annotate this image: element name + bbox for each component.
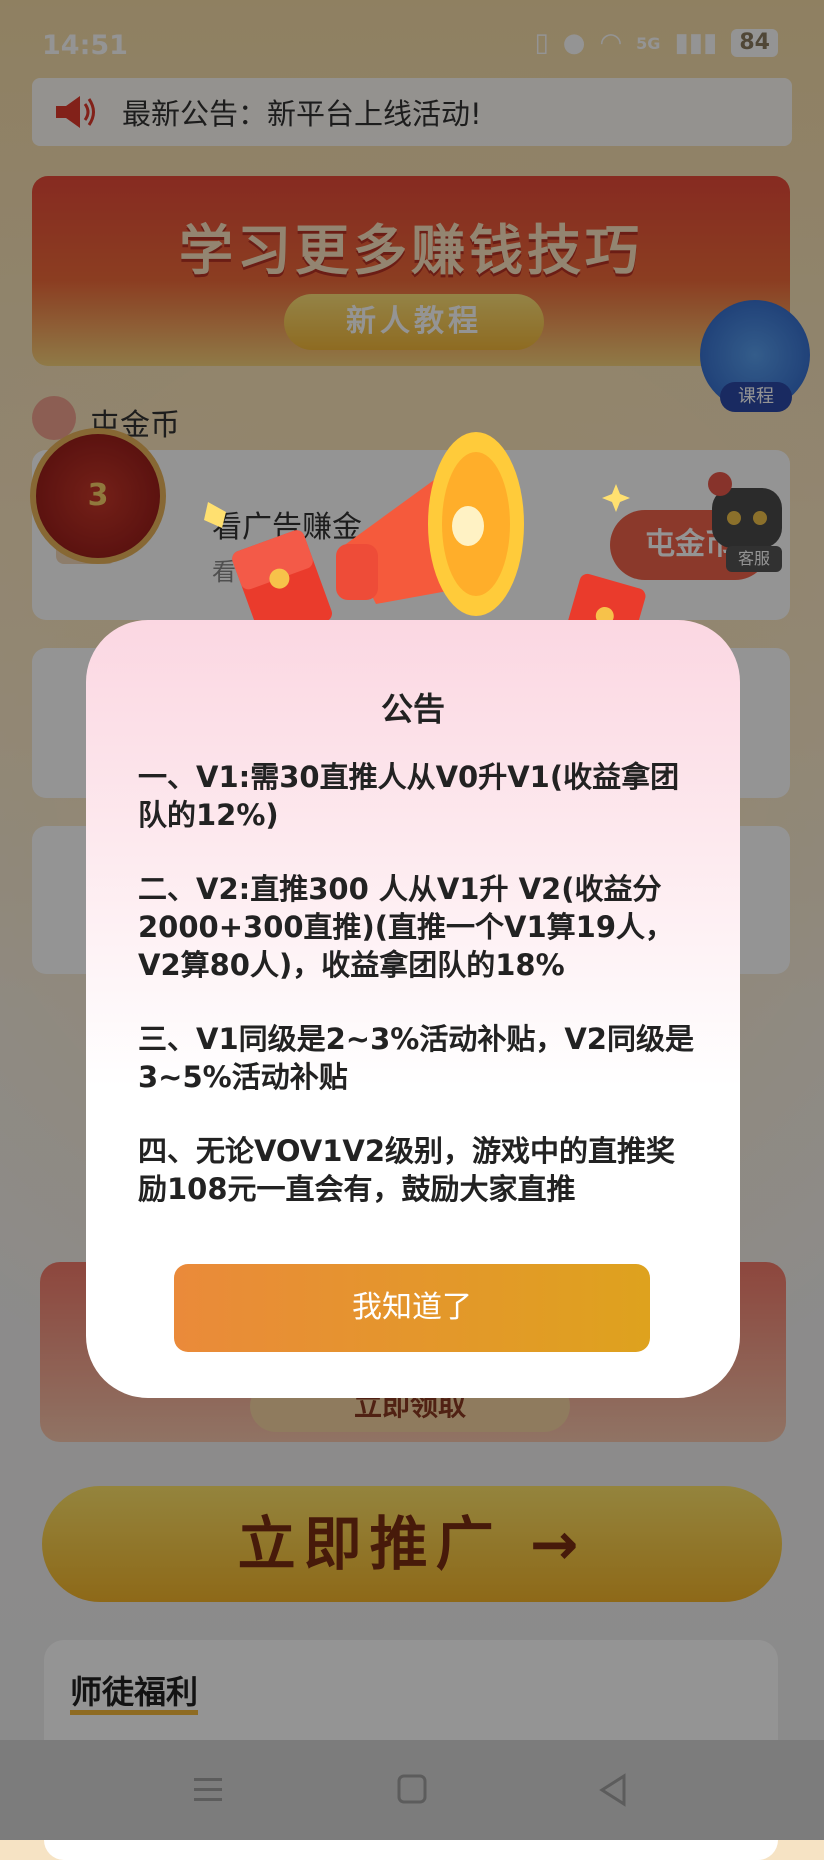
dialog-title: 公告 xyxy=(380,690,445,728)
dialog-body: 一、V1:需30直推人从V0升V1(收益拿团队的12%) 二、V2:直推300 … xyxy=(138,758,698,1244)
rule-paragraph: 一、V1:需30直推人从V0升V1(收益拿团队的12%) xyxy=(138,760,680,832)
rule-paragraph: 三、V1同级是2~3%活动补贴，V2同级是3~5%活动补贴 xyxy=(138,1022,694,1094)
acknowledge-button[interactable]: 我知道了 xyxy=(174,1264,650,1352)
home-icon[interactable] xyxy=(392,1772,432,1808)
rule-paragraph: 四、无论VOV1V2级别，游戏中的直推奖励108元一直会有，鼓励大家直推 xyxy=(138,1134,676,1206)
announcement-dialog: 公告 一、V1:需30直推人从V0升V1(收益拿团队的12%) 二、V2:直推3… xyxy=(86,620,740,1398)
menu-icon[interactable] xyxy=(188,1772,228,1808)
system-navigation-bar xyxy=(0,1740,824,1840)
rule-paragraph: 二、V2:直推300 人从V1升 V2(收益分2000+300直推)(直推一个V… xyxy=(138,872,675,982)
back-icon[interactable] xyxy=(594,1772,634,1808)
